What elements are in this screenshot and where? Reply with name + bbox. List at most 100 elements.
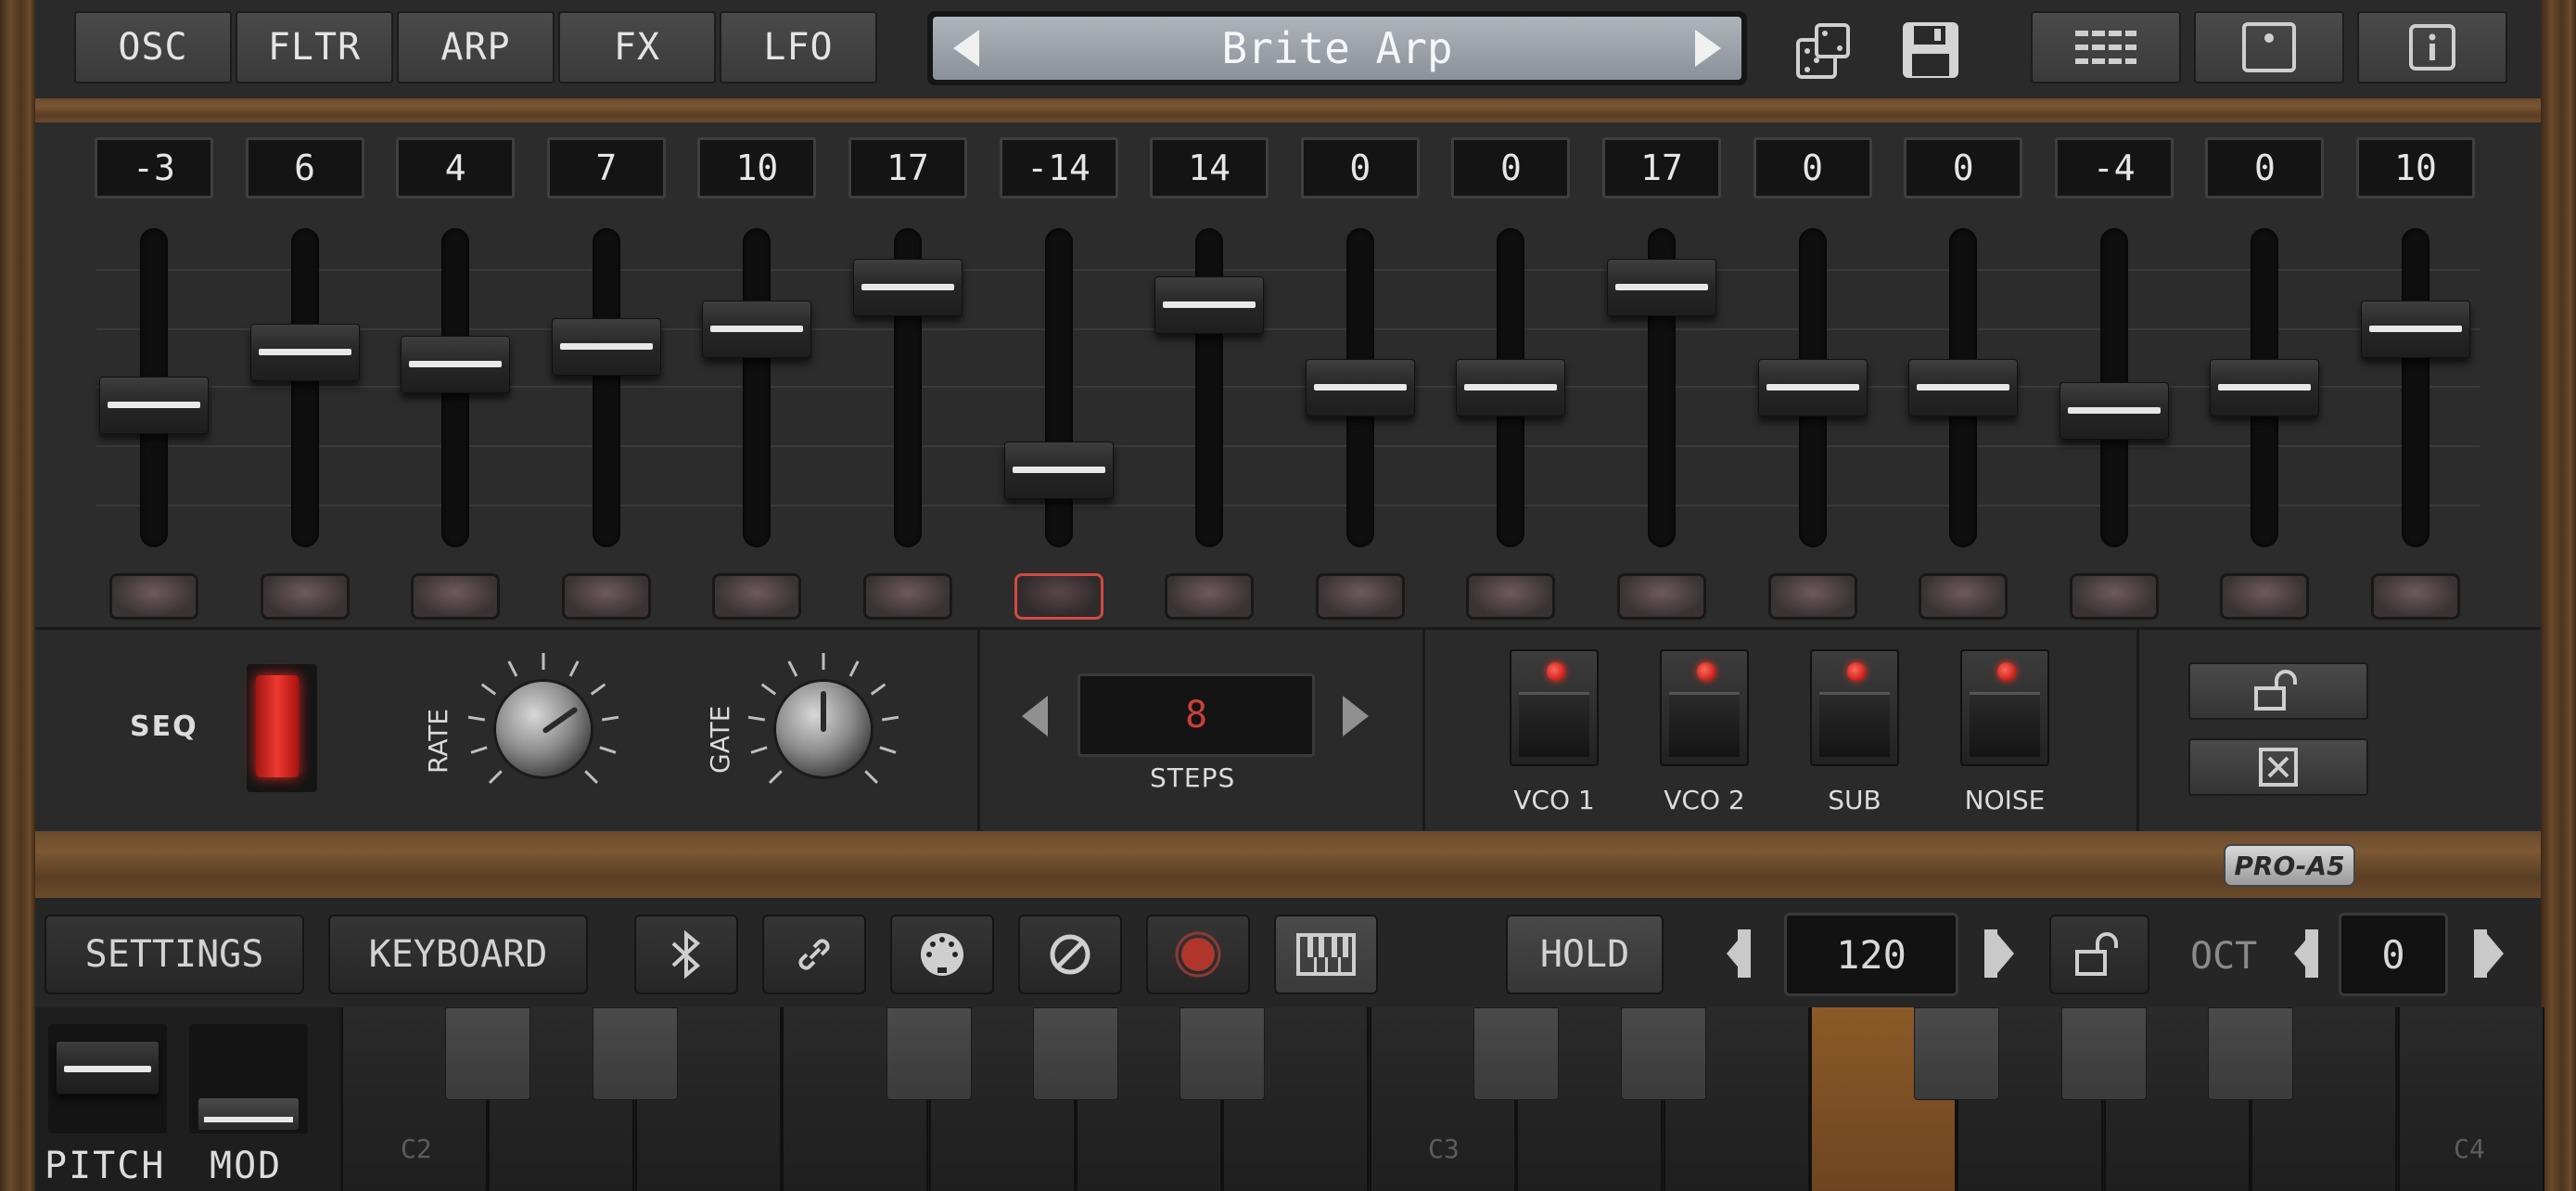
step-slider-handle[interactable] — [99, 377, 209, 434]
link-button[interactable] — [762, 915, 866, 994]
step-slider-track[interactable] — [1044, 228, 1073, 547]
steps-prev-icon[interactable] — [1022, 696, 1048, 736]
black-key[interactable] — [2060, 1007, 2147, 1100]
midi-button[interactable] — [890, 915, 994, 994]
step-value: -14 — [999, 137, 1118, 198]
step-button[interactable] — [260, 573, 350, 620]
black-key[interactable] — [592, 1007, 678, 1100]
step-slider-handle[interactable] — [551, 317, 661, 376]
knob-tick — [467, 715, 486, 722]
dice-icon[interactable] — [1790, 19, 1860, 83]
preset-name[interactable]: Brite Arp — [1221, 23, 1452, 73]
black-key[interactable] — [2208, 1007, 2294, 1100]
step-slider-handle[interactable] — [1154, 276, 1265, 335]
clear-button[interactable] — [2188, 738, 2368, 796]
seq-switch[interactable] — [247, 664, 317, 792]
toggle-noise[interactable] — [1960, 649, 2049, 766]
step-button[interactable] — [2371, 573, 2460, 620]
step-slider-handle[interactable] — [2210, 359, 2320, 416]
step-button[interactable] — [1315, 573, 1405, 620]
grid-view-button[interactable] — [2031, 11, 2181, 83]
step-slider-handle[interactable] — [2361, 300, 2470, 358]
lock-button[interactable] — [2049, 915, 2149, 994]
step-button[interactable] — [1165, 573, 1255, 620]
step-button[interactable] — [109, 573, 198, 620]
black-key[interactable] — [1180, 1007, 1266, 1100]
step-slider-handle[interactable] — [2059, 382, 2169, 441]
hold-button[interactable]: HOLD — [1506, 915, 1664, 994]
panel-view-button[interactable] — [2194, 11, 2344, 83]
step-slider-handle[interactable] — [1607, 259, 1716, 317]
step-slider-handle[interactable] — [249, 324, 360, 381]
step-button[interactable] — [1919, 573, 2009, 620]
toggle-vco-1[interactable] — [1510, 649, 1599, 766]
step-slider-track[interactable] — [743, 228, 772, 547]
black-key[interactable] — [1473, 1007, 1560, 1100]
step-value: 6 — [245, 137, 364, 198]
settings-button[interactable]: SETTINGS — [45, 915, 304, 994]
step-button[interactable] — [1767, 573, 1857, 620]
save-icon[interactable] — [1897, 17, 1964, 83]
steps-next-icon[interactable] — [1343, 696, 1369, 736]
black-key[interactable] — [1914, 1007, 2000, 1100]
pitch-wheel[interactable] — [48, 1024, 167, 1133]
step-slider-handle[interactable] — [1908, 359, 2019, 416]
step-slider-handle[interactable] — [1003, 441, 1114, 499]
tempo-up-icon[interactable] — [1994, 929, 2014, 978]
tab-fx[interactable]: FX — [558, 11, 716, 83]
step-slider-handle[interactable] — [1305, 359, 1415, 416]
bluetooth-button[interactable] — [634, 915, 738, 994]
step-slider-track[interactable] — [592, 228, 620, 547]
step-button[interactable] — [411, 573, 501, 620]
step-value: 7 — [546, 137, 666, 198]
preset-prev-icon[interactable] — [953, 30, 979, 67]
knob-tick — [590, 683, 606, 696]
step-slider-handle[interactable] — [702, 300, 812, 358]
step-slider-handle[interactable] — [853, 259, 963, 317]
key-label-c2: C2 — [401, 1133, 432, 1164]
tab-arp[interactable]: ARP — [397, 11, 555, 83]
wood-strip-top — [35, 98, 2541, 122]
tab-osc[interactable]: OSC — [74, 11, 232, 83]
info-button[interactable] — [2357, 11, 2507, 83]
step-button[interactable] — [863, 573, 952, 620]
toggle-vco-2[interactable] — [1660, 649, 1749, 766]
step-slider-handle[interactable] — [401, 335, 511, 393]
tempo-down-icon[interactable] — [1727, 929, 1747, 978]
step-slider-track[interactable] — [2402, 228, 2429, 547]
step-button[interactable] — [2220, 573, 2310, 620]
record-button[interactable] — [1146, 915, 1250, 994]
step-slider-track[interactable] — [290, 228, 319, 547]
tab-lfo[interactable]: LFO — [720, 11, 877, 83]
black-key[interactable] — [445, 1007, 531, 1100]
oct-up-icon[interactable] — [2483, 929, 2504, 978]
step-slider-handle[interactable] — [1456, 359, 1566, 416]
preset-next-icon[interactable] — [1695, 30, 1721, 67]
step-button[interactable] — [712, 573, 802, 620]
step-value: 14 — [1150, 137, 1269, 198]
keyboard-button[interactable]: KEYBOARD — [328, 915, 588, 994]
step-button[interactable] — [1617, 573, 1706, 620]
record-icon — [1175, 931, 1221, 978]
toggle-label: VCO 2 — [1664, 785, 1745, 815]
toggle-sub[interactable] — [1810, 649, 1899, 766]
black-key[interactable] — [1620, 1007, 1706, 1100]
black-key[interactable] — [886, 1007, 972, 1100]
step-slider-handle[interactable] — [1757, 359, 1868, 416]
oct-down-icon[interactable] — [2294, 929, 2315, 978]
keyboard-layout-button[interactable] — [1274, 915, 1378, 994]
step-button[interactable] — [1466, 573, 1556, 620]
step-button[interactable] — [561, 573, 651, 620]
mod-wheel[interactable] — [189, 1024, 308, 1133]
gate-knob[interactable] — [773, 679, 874, 779]
toggle-label: SUB — [1828, 785, 1881, 815]
unlock-button[interactable] — [2188, 662, 2368, 720]
step-button[interactable] — [1014, 573, 1103, 620]
panic-button[interactable] — [1018, 915, 1122, 994]
rate-knob[interactable] — [493, 679, 593, 779]
black-key[interactable] — [1033, 1007, 1118, 1100]
step-button[interactable] — [2069, 573, 2159, 620]
steps-display: 8 — [1078, 673, 1315, 757]
tab-fltr[interactable]: FLTR — [236, 11, 393, 83]
steps-label: STEPS — [1150, 762, 1236, 793]
